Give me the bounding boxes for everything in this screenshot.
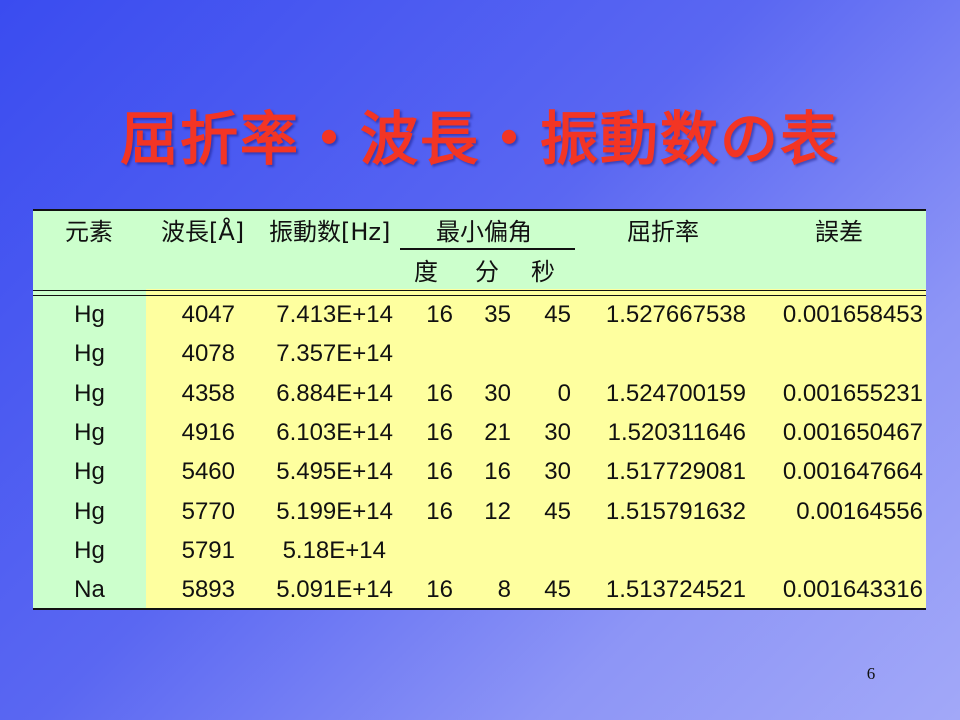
table-row: Hg 5791 5.18E+14 (33, 531, 926, 571)
cell-second: 45 (544, 497, 571, 525)
cell-degree: 16 (426, 301, 453, 328)
page-number: 6 (866, 664, 876, 683)
cell-error: 0.001650467 (782, 418, 923, 446)
cell-error: 0.001647664 (782, 458, 923, 486)
cell-wavelength: 4916 (181, 418, 235, 446)
cell-refractive-index: 1.515791632 (605, 497, 746, 525)
cell-element: Hg (74, 418, 105, 446)
header-rule-top (33, 290, 926, 291)
cell-element: Hg (74, 379, 105, 407)
cell-wavelength: 4047 (181, 301, 235, 328)
cell-degree: 16 (426, 576, 453, 604)
cell-second: 30 (544, 458, 571, 486)
cell-minute: 8 (497, 576, 511, 604)
cell-refractive-index: 1.517729081 (605, 458, 746, 486)
cell-minute: 30 (484, 379, 511, 407)
cell-element: Hg (74, 301, 105, 328)
cell-error: 0.001658453 (782, 301, 923, 328)
header-frequency: 振動数[Hz] (269, 218, 391, 246)
cell-error: 0.001643316 (782, 576, 923, 604)
cell-degree: 16 (426, 497, 453, 525)
cell-refractive-index: 1.527667538 (605, 301, 746, 328)
cell-wavelength: 5791 (181, 536, 235, 564)
cell-refractive-index: 1.524700159 (605, 379, 746, 407)
table-row: Hg 5460 5.495E+14 16 16 30 1.517729081 0.001647… (33, 452, 926, 492)
header-wavelength: 波長[Å] (161, 218, 245, 246)
cell-degree: 16 (426, 379, 453, 407)
header-second: 秒 (531, 258, 555, 286)
cell-second: 0 (557, 379, 571, 407)
table-row: Hg 5770 5.199E+14 16 12 45 1.515791632 0.001645… (33, 492, 926, 532)
cell-wavelength: 4358 (181, 379, 235, 407)
cell-second: 45 (544, 301, 571, 328)
cell-frequency: 5.18E+14 (282, 536, 386, 564)
cell-wavelength: 4078 (181, 340, 235, 368)
cell-degree: 16 (426, 418, 453, 446)
table-row: Hg 4078 7.357E+14 (33, 334, 926, 374)
cell-frequency: 5.495E+14 (276, 458, 393, 486)
cell-wavelength: 5893 (181, 576, 235, 604)
cell-degree: 16 (426, 458, 453, 486)
cell-error: 0.00164556 (796, 497, 923, 525)
data-table: 元素 波長[Å] 振動数[Hz] 最小偏角 屈折率 誤差 度 分 秒 Hg 404… (33, 209, 926, 610)
table-row: Hg 4916 6.103E+14 16 21 30 1.520311646 0.001650… (33, 413, 926, 453)
cell-element: Hg (74, 458, 105, 486)
header-element: 元素 (65, 218, 113, 246)
cell-minute: 12 (484, 497, 511, 525)
header-min-deviation: 最小偏角 (436, 218, 532, 246)
cell-frequency: 5.091E+14 (276, 576, 393, 604)
cell-frequency: 7.357E+14 (276, 340, 393, 368)
cell-element: Hg (74, 340, 105, 368)
cell-second: 45 (544, 576, 571, 604)
min-deviation-underline (400, 248, 575, 250)
header-refractive-index: 屈折率 (627, 218, 699, 246)
cell-frequency: 5.199E+14 (276, 497, 393, 525)
cell-frequency: 6.103E+14 (276, 418, 393, 446)
cell-minute: 35 (484, 301, 511, 328)
cell-refractive-index: 1.520311646 (607, 418, 746, 446)
cell-wavelength: 5770 (181, 497, 235, 525)
cell-wavelength: 5460 (181, 458, 235, 486)
cell-refractive-index: 1.513724521 (605, 576, 746, 604)
cell-minute: 16 (484, 458, 511, 486)
cell-frequency: 7.413E+14 (276, 301, 393, 328)
cell-minute: 21 (484, 418, 511, 446)
header-minute: 分 (475, 258, 499, 286)
table-row: Na 5893 5.091E+14 16 8 45 1.513724521 0.0016433… (33, 570, 926, 610)
header-error: 誤差 (815, 218, 863, 246)
cell-second: 30 (544, 418, 571, 446)
cell-element: Na (74, 576, 105, 604)
cell-element: Hg (74, 497, 105, 525)
cell-element: Hg (74, 536, 105, 564)
slide-title: 屈折率・波長・振動数の表 (119, 105, 840, 173)
cell-error: 0.001655231 (782, 379, 923, 407)
cell-frequency: 6.884E+14 (276, 379, 393, 407)
table-row: Hg 4358 6.884E+14 16 30 0 1.524700159 0.0016552… (33, 374, 926, 414)
table-row: Hg 4047 7.413E+14 16 35 45 1.527667538 0.001658… (33, 295, 926, 335)
header-degree: 度 (414, 258, 438, 286)
